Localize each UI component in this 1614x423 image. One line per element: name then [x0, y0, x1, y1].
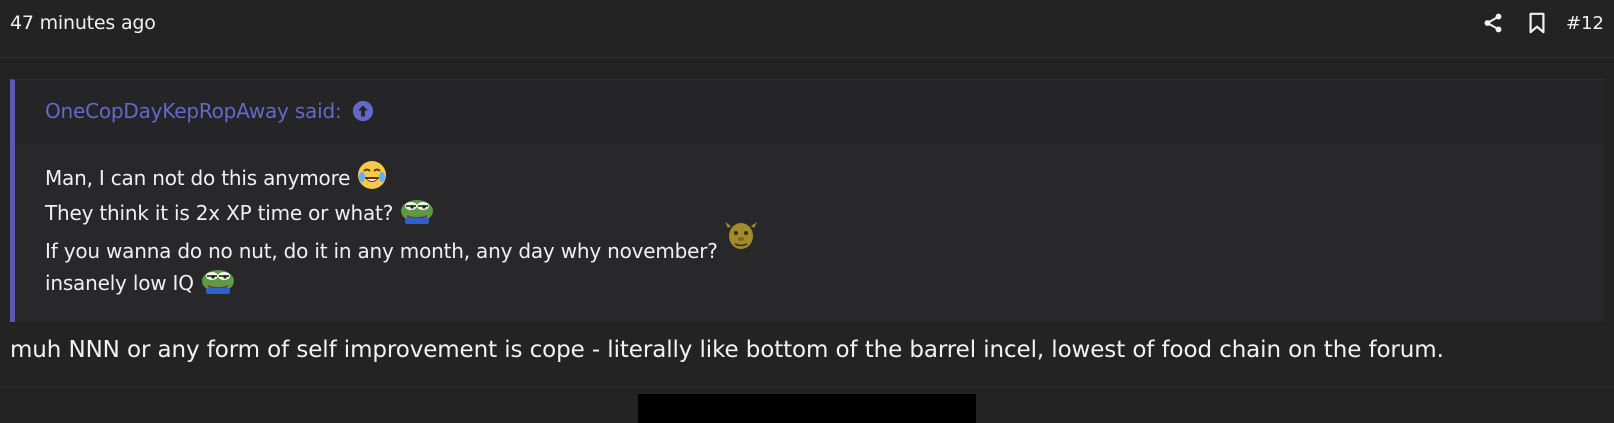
- bookmark-icon[interactable]: [1522, 8, 1552, 38]
- quote-line-text: They think it is 2x XP time or what?: [45, 200, 394, 225]
- quote-header: OneCopDayKepRopAway said:: [15, 80, 1604, 144]
- quote-line: insanely low IQ: [45, 265, 758, 300]
- post-timestamp[interactable]: 47 minutes ago: [10, 12, 156, 34]
- quote-line-text: Man, I can not do this anymore: [45, 165, 351, 190]
- embedded-media-placeholder: [638, 394, 976, 423]
- joy-tears-emoji: [356, 159, 388, 196]
- forum-post: 47 minutes ago #12 OneCopDayKepRopAway s…: [0, 0, 1614, 423]
- post-number-link[interactable]: #12: [1566, 13, 1604, 34]
- quote-body: Man, I can not do this anymore They thin…: [45, 160, 758, 300]
- pepe-emoji: [399, 196, 435, 229]
- quote-line-text: If you wanna do no nut, do it in any mon…: [45, 239, 718, 263]
- quote-line-text: insanely low IQ: [45, 270, 194, 295]
- pepe-emoji: [200, 266, 236, 299]
- quote-line: Man, I can not do this anymore: [45, 160, 758, 195]
- quote-line: They think it is 2x XP time or what?: [45, 195, 758, 230]
- post-header: 47 minutes ago #12: [0, 0, 1614, 58]
- post-body-text: muh NNN or any form of self improvement …: [10, 337, 1444, 363]
- post-divider: [0, 386, 1614, 387]
- quote-block: OneCopDayKepRopAway said: Man, I can not…: [10, 79, 1604, 322]
- quote-line: If you wanna do no nut, do it in any mon…: [45, 222, 758, 265]
- arrow-up-circle-icon[interactable]: [352, 100, 374, 122]
- quote-author-label: OneCopDayKepRopAway said:: [45, 99, 342, 123]
- post-actions: #12: [1478, 8, 1604, 38]
- share-icon[interactable]: [1478, 8, 1508, 38]
- quote-author-link[interactable]: OneCopDayKepRopAway said:: [45, 99, 374, 123]
- shrek-emoji: [724, 218, 758, 257]
